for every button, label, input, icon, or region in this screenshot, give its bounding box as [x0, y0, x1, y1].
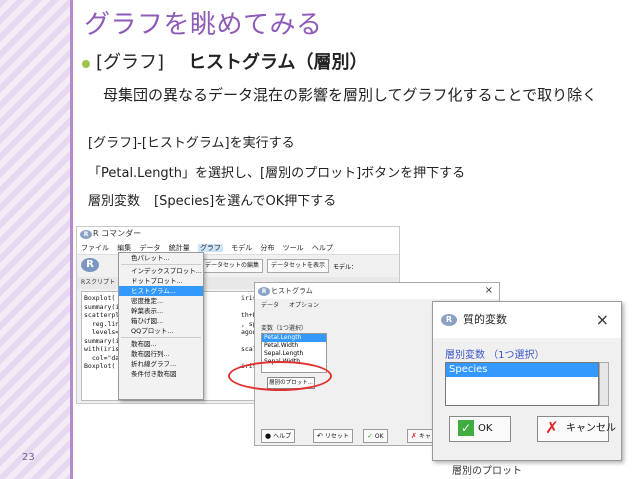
check-icon: ✓ [367, 432, 373, 440]
x-icon: ✗ [545, 418, 559, 437]
list-item[interactable]: Petal.Width [262, 342, 326, 350]
variable-list-label: 変数（1つ選択） [261, 325, 307, 332]
help-icon: ● [265, 432, 272, 440]
ok-label: OK [374, 433, 384, 440]
check-icon: ✓ [458, 420, 474, 436]
menu-item-boxplot[interactable]: 箱ひげ図... [119, 316, 203, 326]
list-item[interactable]: Species [446, 363, 598, 377]
menu-edit[interactable]: 編集 [117, 244, 131, 252]
slide-title: グラフを眺めてみる [84, 10, 323, 40]
menu-item-index-plot[interactable]: インデックスプロット... [119, 266, 203, 276]
ok-button[interactable]: ✓ OK [449, 416, 511, 442]
menu-item-histogram[interactable]: ヒストグラム... [119, 286, 203, 296]
bullet-icon [82, 60, 90, 68]
step-3: 層別変数 [Species]を選んでOK押下する [88, 190, 336, 209]
description-paragraph: 母集団の異なるデータ混在の影響を層別してグラフ化することで取り除く [88, 86, 598, 104]
cancel-label: キャンセル [566, 423, 616, 434]
cancel-label: キャ [418, 433, 431, 440]
rcmd-title: R コマンダー [93, 229, 142, 238]
step-3-label: 層別変数 [88, 194, 141, 209]
menu-separator [121, 337, 201, 338]
menu-item-line-graph[interactable]: 折れ線グラフ... [119, 359, 203, 369]
step-2: 「Petal.Length」を選択し、[層別のプロット]ボタンを押下する [88, 166, 466, 181]
ok-label: OK [478, 423, 493, 434]
menu-item-color-palette[interactable]: 色パレット... [119, 253, 203, 263]
step-3-text: [Species]を選んでOK押下する [154, 194, 337, 209]
menu-models[interactable]: モデル [231, 244, 252, 252]
r-logo-icon: R [80, 230, 92, 239]
menu-item-stem-leaf[interactable]: 幹葉表示... [119, 306, 203, 316]
slide-side-band-edge [70, 0, 73, 479]
r-logo-icon: R [441, 314, 457, 326]
histogram-title: ヒストグラム [271, 287, 313, 295]
subhead-prefix: [グラフ] [96, 52, 165, 73]
menu-item-scatterplot[interactable]: 散布図... [119, 339, 203, 349]
qualitative-variable-dialog: R 質的変数 × 層別変数 （1つ選択） Species ✓ OK ✗ キャンセ… [432, 301, 622, 461]
menu-item-scatterplot-matrix[interactable]: 散布図行列... [119, 349, 203, 359]
reset-label: リセット [324, 433, 349, 440]
reset-icon: ↶ [317, 432, 323, 440]
menu-item-qq-plot[interactable]: QQプロット... [119, 326, 203, 336]
tab-data[interactable]: データ [261, 302, 279, 309]
qual-title: 質的変数 [463, 313, 507, 326]
cancel-button[interactable]: ✗ キャンセル [537, 416, 616, 442]
slide-side-band [0, 0, 70, 479]
tab-options[interactable]: オプション [289, 302, 319, 309]
step-1: [グラフ]-[ヒストグラム]を実行する [88, 136, 295, 151]
menu-graphs[interactable]: グラフ [197, 244, 223, 252]
menu-file[interactable]: ファイル [81, 244, 109, 252]
menu-tools[interactable]: ツール [283, 244, 304, 252]
help-button[interactable]: ● ヘルプ [261, 429, 296, 443]
cancel-button[interactable]: ✗ キャ [407, 429, 435, 443]
subhead: [グラフ] ヒストグラム（層別） [96, 48, 368, 74]
close-icon[interactable]: × [596, 302, 609, 338]
edit-dataset-button[interactable]: データセットの編集 [201, 259, 264, 273]
graph-menu: 色パレット... インデックスプロット... ドットプロット... ヒストグラム… [118, 252, 204, 400]
scrollbar[interactable] [599, 362, 609, 406]
subhead-bold: ヒストグラム（層別） [188, 52, 368, 73]
view-dataset-button[interactable]: データセットを表示 [267, 259, 330, 273]
rcmd-titlebar: R R コマンダー [77, 227, 399, 241]
page-number: 23 [22, 452, 35, 463]
list-item[interactable]: Sepal.Length [262, 350, 326, 358]
menu-item-density[interactable]: 密度推定... [119, 296, 203, 306]
strata-plot-caption: 層別のプロット [452, 466, 522, 477]
menu-item-dot-plot[interactable]: ドットプロット... [119, 276, 203, 286]
x-icon: ✗ [411, 432, 417, 440]
qual-titlebar: R 質的変数 × [433, 302, 621, 338]
menu-item-conditional-scatter[interactable]: 条件付き散布図 [119, 369, 203, 379]
menu-distributions[interactable]: 分布 [260, 244, 274, 252]
r-logo-icon: R [81, 258, 99, 272]
menu-statistics[interactable]: 統計量 [169, 244, 190, 252]
list-item[interactable]: Petal.Length [262, 334, 326, 342]
help-label: ヘルプ [273, 433, 292, 440]
strata-variable-listbox[interactable]: Species [445, 362, 599, 406]
menu-separator [121, 264, 201, 265]
ok-button[interactable]: ✓ OK [363, 429, 388, 443]
close-icon[interactable]: × [485, 283, 493, 299]
reset-button[interactable]: ↶ リセット [313, 429, 353, 443]
r-logo-icon: R [258, 287, 270, 296]
histogram-titlebar: R ヒストグラム × [255, 283, 499, 299]
highlight-circle [228, 361, 332, 391]
model-label: モデル： [333, 264, 358, 271]
strata-variable-label: 層別変数 （1つ選択） [445, 350, 545, 361]
menu-help[interactable]: ヘルプ [312, 244, 333, 252]
menu-data[interactable]: データ [139, 244, 160, 252]
